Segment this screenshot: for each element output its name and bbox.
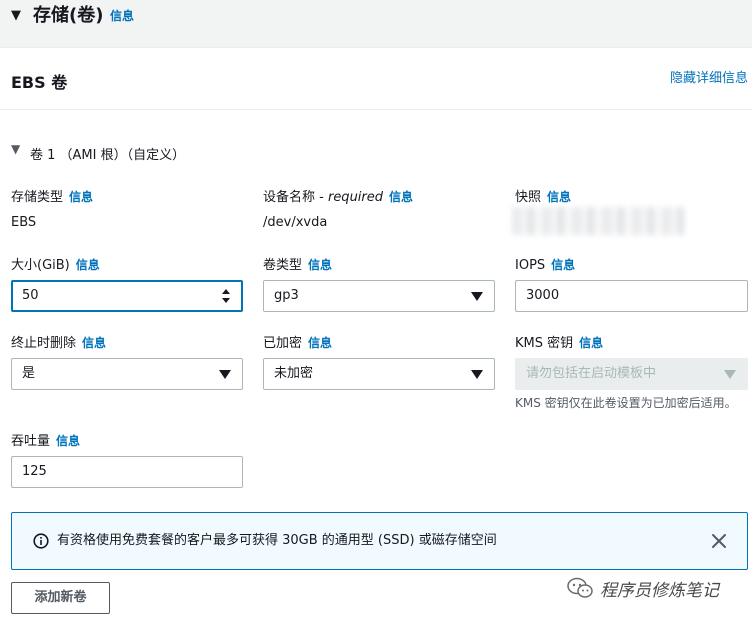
volume-type-select[interactable]: gp3 xyxy=(263,280,495,312)
throughput-info-link[interactable]: 信息 xyxy=(56,434,80,448)
iops-label: IOPS 信息 xyxy=(515,258,576,273)
volume-type-label: 卷类型 信息 xyxy=(263,258,333,273)
caret-down-icon xyxy=(470,359,484,389)
storage-section-header: ▼ 存储(卷) 信息 xyxy=(0,0,752,48)
caret-down-icon xyxy=(218,359,232,389)
caret-down-icon[interactable]: ▼ xyxy=(11,6,27,26)
size-label: 大小(GiB) 信息 xyxy=(11,258,100,273)
size-info-link[interactable]: 信息 xyxy=(76,258,100,272)
volume-caret-down-icon[interactable]: ▼ xyxy=(11,142,20,156)
caret-down-icon xyxy=(470,281,484,311)
throughput-input[interactable]: 125 xyxy=(11,456,243,488)
add-volume-button[interactable]: 添加新卷 xyxy=(11,582,110,614)
snapshot-info-link[interactable]: 信息 xyxy=(547,190,571,204)
section-title: 存储(卷) xyxy=(33,5,104,26)
device-name-value: /dev/xvda xyxy=(263,215,328,230)
storage-type-value: EBS xyxy=(11,215,37,230)
storage-type-info-link[interactable]: 信息 xyxy=(69,190,93,204)
hide-details-link[interactable]: 隐藏详细信息 xyxy=(670,70,748,88)
section-info-link[interactable]: 信息 xyxy=(110,8,134,24)
delete-on-termination-info-link[interactable]: 信息 xyxy=(82,336,106,350)
snapshot-label: 快照 信息 xyxy=(515,190,572,205)
encrypted-label: 已加密 信息 xyxy=(263,336,333,351)
iops-info-link[interactable]: 信息 xyxy=(551,258,575,272)
throughput-label: 吞吐量 信息 xyxy=(11,434,81,449)
free-tier-alert: 有资格使用免费套餐的客户最多可获得 30GB 的通用型 (SSD) 或磁存储空间 xyxy=(11,512,748,570)
watermark-text: 程序员修炼笔记 xyxy=(600,580,719,601)
wechat-watermark: 程序员修炼笔记 xyxy=(566,574,746,602)
iops-input[interactable]: 3000 xyxy=(515,280,748,312)
close-icon[interactable] xyxy=(711,533,727,549)
wechat-icon xyxy=(567,577,593,598)
kms-key-info-link[interactable]: 信息 xyxy=(579,336,603,350)
caret-down-icon xyxy=(723,359,737,389)
info-icon xyxy=(33,533,49,549)
volume-title[interactable]: 卷 1 （AMI 根）（自定义） xyxy=(30,147,185,165)
device-name-info-link[interactable]: 信息 xyxy=(389,190,413,204)
alert-text: 有资格使用免费套餐的客户最多可获得 30GB 的通用型 (SSD) 或磁存储空间 xyxy=(57,533,497,548)
device-name-label: 设备名称 - required 信息 xyxy=(263,190,414,205)
size-input[interactable]: 50 xyxy=(11,280,243,312)
stepper-icon[interactable] xyxy=(221,287,231,305)
delete-on-termination-label: 终止时删除 信息 xyxy=(11,336,107,351)
panel-title: EBS 卷 xyxy=(11,73,68,92)
volume-type-info-link[interactable]: 信息 xyxy=(308,258,332,272)
snapshot-value-redacted xyxy=(512,207,684,235)
ebs-panel-header: EBS 卷 隐藏详细信息 xyxy=(0,48,752,110)
encrypted-info-link[interactable]: 信息 xyxy=(308,336,332,350)
kms-key-help-text: KMS 密钥仅在此卷设置为已加密后适用。 xyxy=(515,396,737,410)
kms-key-label: KMS 密钥 信息 xyxy=(515,336,604,351)
kms-key-select: 请勿包括在启动模板中 xyxy=(515,358,748,390)
delete-on-termination-select[interactable]: 是 xyxy=(11,358,243,390)
storage-type-label: 存储类型 信息 xyxy=(11,190,94,205)
encrypted-select[interactable]: 未加密 xyxy=(263,358,495,390)
